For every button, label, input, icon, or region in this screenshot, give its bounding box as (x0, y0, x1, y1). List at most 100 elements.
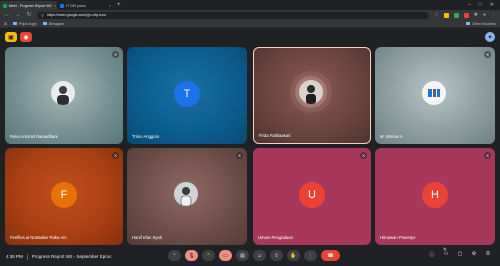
close-window-icon[interactable]: ✕ (490, 2, 494, 8)
tab-label: IT DIR pame (66, 3, 86, 8)
meet-stage: ▣ ◉ ✦ ✕ Reka Arminul Ramadhani T Trimo A… (0, 28, 500, 266)
participant-tile[interactable]: T Trimo Anggoro (127, 47, 247, 144)
folder-icon (42, 22, 47, 25)
profile-icon[interactable]: ● (483, 12, 486, 18)
captions-icon: ▤ (240, 252, 245, 259)
screen: Meet - Progress Report W2 × IT DIR pame … (0, 0, 500, 266)
browser-tab-2[interactable]: IT DIR pame × (57, 1, 114, 10)
hand-icon: ✋ (290, 252, 297, 259)
back-icon[interactable]: ← (4, 10, 10, 20)
bookmark-star-icon[interactable]: ☆ (434, 12, 438, 18)
minimize-icon[interactable]: – (468, 2, 471, 8)
participant-tile[interactable]: H ✕ Hirnawan Prasetyo (375, 148, 495, 245)
participant-photo (51, 81, 75, 105)
emoji-icon: ☺ (256, 252, 263, 259)
meeting-title: Progress Report W2 - September Eproc (31, 254, 112, 259)
close-tab-icon[interactable]: × (109, 3, 111, 8)
emoji-reaction-button[interactable]: ☺ (253, 250, 266, 261)
participant-tile[interactable]: ✕ Reka Arminul Ramadhani (5, 47, 123, 144)
meeting-info-icon[interactable]: ⓘ (428, 250, 436, 258)
host-controls-icon[interactable]: ▣ (5, 32, 17, 42)
avatar-initial: U (308, 189, 316, 201)
bookmark-folder[interactable]: Bimagam (42, 22, 64, 26)
person-photo-icon (306, 85, 316, 104)
extension-icon[interactable] (453, 12, 459, 18)
mic-off-icon: ✕ (484, 152, 491, 159)
participant-photo (299, 80, 323, 104)
forward-icon[interactable]: → (15, 10, 21, 20)
mic-off-icon: ✕ (112, 152, 119, 159)
participant-name: Hanif Irfan Syah (132, 235, 163, 240)
chat-icon[interactable]: ▢ (456, 250, 464, 258)
leave-call-button[interactable]: ☎ (321, 250, 340, 261)
microphone-toggle-button[interactable]: 🎙︎ (185, 250, 198, 261)
meet-favicon-icon (3, 3, 7, 8)
participant-avatar: H (422, 182, 448, 208)
participant-tile[interactable]: ✕ M. Wirnas A (375, 47, 495, 144)
participant-tile[interactable]: F ✕ Fireflies.ai Notetaker Raka Am (5, 148, 123, 245)
raise-hand-button[interactable]: ✋ (287, 250, 300, 261)
person-photo-icon (180, 187, 192, 206)
folder-icon (466, 22, 471, 25)
avatar-initial: H (431, 189, 439, 201)
video-options-button[interactable]: ⌃ (202, 250, 215, 261)
address-bar[interactable]: ⚲ https://meet.google.com/yjn-xrfp-hwo (37, 11, 430, 19)
close-tab-icon[interactable]: × (54, 3, 56, 8)
avatar-initial: F (60, 189, 68, 201)
meeting-top-indicators: ▣ ◉ (5, 32, 32, 42)
captions-button[interactable]: ▤ (236, 250, 249, 261)
reload-icon[interactable]: ↻ (26, 10, 32, 20)
host-controls-lock-icon[interactable]: ⛨ (484, 250, 492, 258)
participant-name: Reka Arminul Ramadhani (10, 134, 58, 139)
participant-avatar: U (299, 182, 325, 208)
camera-toggle-button[interactable]: ▭ (219, 250, 232, 261)
window-controls: – □ ✕ (468, 2, 500, 8)
present-icon: ⇪ (274, 252, 279, 259)
mic-off-icon: ✕ (360, 152, 367, 159)
bookmarks-bar: ⊞ Pojok Ingin Bimagam Other favorites (0, 20, 500, 28)
extension-icon[interactable] (463, 12, 469, 18)
bookmark-folder[interactable]: Pojok Ingin (13, 22, 37, 26)
mic-off-icon: ✕ (484, 51, 491, 58)
present-screen-button[interactable]: ⇪ (270, 250, 283, 261)
participant-name: Hirnawan Prasetyo (380, 235, 416, 240)
participant-name: Umam Pengadaan (258, 235, 293, 240)
participant-tile-speaking[interactable]: Firda Fathiaasari (253, 47, 371, 144)
tab-favicon-icon (60, 3, 64, 8)
folder-icon (13, 22, 18, 25)
activities-icon[interactable]: ⚙ (470, 250, 478, 258)
meeting-side-panel-buttons: ⓘ 8 ⚇ ▢ ⚙ ⛨ (428, 247, 492, 258)
person-photo-icon (57, 86, 69, 105)
camera-off-icon: ▭ (223, 252, 228, 259)
mic-off-icon: ✕ (112, 51, 119, 58)
extension-icon[interactable] (443, 12, 449, 18)
address-text: https://meet.google.com/yjn-xrfp-hwo (46, 13, 106, 17)
people-icon[interactable]: 8 ⚇ (442, 247, 450, 258)
ai-companion-icon[interactable]: ✦ (485, 32, 495, 42)
participant-avatar: F (51, 182, 77, 208)
more-options-button[interactable]: ⋮ (304, 250, 317, 261)
extensions-puzzle-icon[interactable]: ✱ (474, 12, 478, 18)
participant-avatar: T (174, 81, 200, 107)
tab-label: Meet - Progress Report W2 (9, 3, 52, 8)
site-info-icon[interactable]: ⚲ (41, 13, 44, 18)
participant-photo (174, 182, 198, 206)
people-count-badge: 8 (443, 247, 447, 251)
menu-icon[interactable]: ⋮ (491, 12, 496, 18)
recording-icon[interactable]: ◉ (20, 32, 32, 42)
apps-grid-icon[interactable]: ⊞ (4, 22, 7, 26)
other-bookmarks[interactable]: Other favorites (466, 22, 496, 26)
meeting-control-bar: 4:38 PM Progress Report W2 - September E… (0, 247, 500, 266)
bookmark-label: Pojok Ingin (19, 21, 37, 26)
participant-photo (422, 81, 446, 105)
other-bookmarks-label: Other favorites (472, 21, 496, 26)
new-tab-icon[interactable]: + (117, 2, 121, 8)
browser-tab-meet[interactable]: Meet - Progress Report W2 × (0, 1, 57, 10)
more-vert-icon: ⋮ (308, 252, 313, 259)
audio-options-button[interactable]: ⌃ (168, 250, 181, 261)
participant-tile[interactable]: U ✕ Umam Pengadaan (253, 148, 371, 245)
maximize-icon[interactable]: □ (479, 2, 482, 8)
participant-tile[interactable]: ✕ Hanif Irfan Syah (127, 148, 247, 245)
divider (26, 253, 28, 260)
phone-hangup-icon: ☎ (327, 252, 334, 259)
